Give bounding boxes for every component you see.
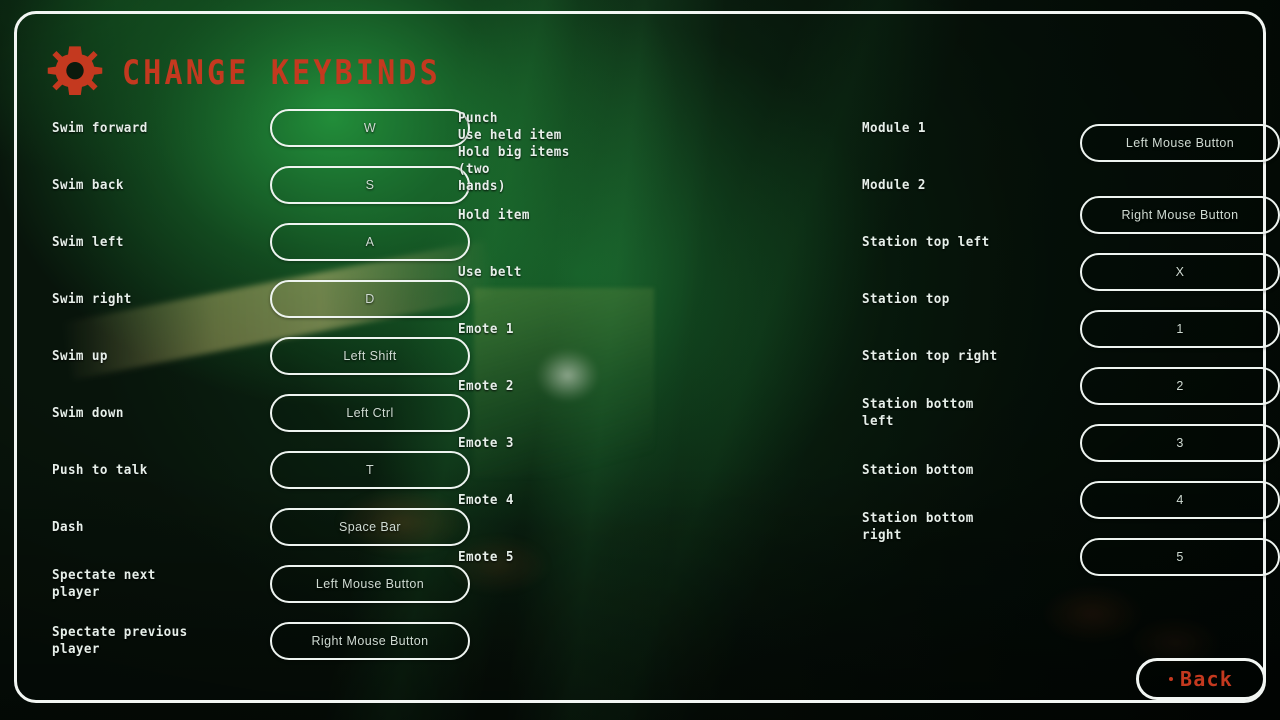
keybind-row: Emote 2 2 [458,367,1280,405]
keybind-label-swim-right: Swim right [52,290,132,307]
keybind-label-emote-3: Emote 3 [458,434,514,451]
keybind-row: Station top leftU [862,223,1022,261]
selection-cursor-icon [1169,677,1174,681]
keybind-button-swim-up[interactable]: Left Shift [270,337,470,375]
keybind-row: Push to talk T [52,451,470,489]
keybind-button-push-to-talk[interactable]: T [270,451,470,489]
page-title: CHANGE KEYBINDS [122,53,441,93]
keybind-label-dash: Dash [52,518,84,535]
keybind-label-swim-back: Swim back [52,176,124,193]
keybind-button-emote-4[interactable]: 4 [1080,481,1280,519]
keybind-button-hold-item[interactable]: Right Mouse Button [1080,196,1280,234]
keybind-button-swim-down[interactable]: Left Ctrl [270,394,470,432]
keybind-button-dash[interactable]: Space Bar [270,508,470,546]
keybind-button-swim-back[interactable]: S [270,166,470,204]
keybind-row: Swim left A [52,223,470,261]
keybind-row: Station bottomK [862,451,1022,489]
back-button-label: Back [1180,667,1233,691]
keybind-label-station-top: Station top [862,290,950,307]
keybind-row: Swim forward W [52,109,470,147]
keybind-row: Emote 1 1 [458,310,1280,348]
keybind-label-swim-forward: Swim forward [52,119,148,136]
keybind-label-station-bottom-left: Station bottom left [862,396,974,429]
keybind-label-hold-item: Hold item [458,206,530,223]
keybind-button-use-belt[interactable]: X [1080,253,1280,291]
keybind-label-swim-left: Swim left [52,233,124,250]
keybind-row: Emote 3 3 [458,424,1280,462]
keybind-row: Spectate previous player Right Mouse Butt… [52,622,470,660]
keybind-label-use-belt: Use belt [458,263,522,280]
keybind-row: Emote 5 5 [458,538,1280,576]
keybind-row: Station bottom leftJ [862,394,1022,432]
keybind-label-swim-up: Swim up [52,347,108,364]
keybind-label-station-bottom: Station bottom [862,461,974,478]
keybind-row: Spectate next player Left Mouse Button [52,565,470,603]
keybind-label-module-2: Module 2 [862,176,926,193]
keybind-button-emote-1[interactable]: 1 [1080,310,1280,348]
gear-icon [47,46,103,96]
keybind-row: Dash Space Bar [52,508,470,546]
keybind-row: Hold item Right Mouse Button [458,196,1280,234]
keybind-button-swim-left[interactable]: A [270,223,470,261]
keybind-row: Station topI [862,280,1022,318]
keybind-button-emote-2[interactable]: 2 [1080,367,1280,405]
keybind-label-module-1: Module 1 [862,119,926,136]
keybind-label-spectate-previous-player: Spectate previous player [52,624,188,657]
keybind-button-swim-forward[interactable]: W [270,109,470,147]
keybind-button-punch-use-held-item-hold-big-items-two-hands[interactable]: Left Mouse Button [1080,124,1280,162]
keybind-row: Use belt X [458,253,1280,291]
keybind-row: Module 1Q [862,109,1022,147]
keybind-row: Station bottom rightL [862,508,1022,546]
keybind-button-spectate-next-player[interactable]: Left Mouse Button [270,565,470,603]
keybind-row: Module 2E [862,166,1022,204]
keybind-label-emote-5: Emote 5 [458,548,514,565]
keybind-row: Station top rightO [862,337,1022,375]
keybind-row: Swim right D [52,280,470,318]
keybind-label-punch-use-held-item-hold-big-items-two-hands: Punch Use held item Hold big items (two … [458,110,570,194]
keybind-button-emote-3[interactable]: 3 [1080,424,1280,462]
keybind-button-spectate-previous-player[interactable]: Right Mouse Button [270,622,470,660]
keybind-row: Swim up Left Shift [52,337,470,375]
keybind-label-station-top-left: Station top left [862,233,990,250]
keybind-label-station-bottom-right: Station bottom right [862,510,974,543]
keybind-label-emote-4: Emote 4 [458,491,514,508]
keybind-row: Swim down Left Ctrl [52,394,470,432]
page-header: CHANGE KEYBINDS [46,44,441,102]
keybind-label-emote-1: Emote 1 [458,320,514,337]
keybind-label-station-top-right: Station top right [862,347,998,364]
keybind-row: Swim back S [52,166,470,204]
keybind-label-spectate-next-player: Spectate next player [52,567,156,600]
back-button[interactable]: Back [1136,658,1266,700]
keybind-row: Emote 4 4 [458,481,1280,519]
keybind-button-swim-right[interactable]: D [270,280,470,318]
keybind-label-swim-down: Swim down [52,404,124,421]
keybind-label-emote-2: Emote 2 [458,377,514,394]
keybind-button-emote-5[interactable]: 5 [1080,538,1280,576]
keybind-label-push-to-talk: Push to talk [52,461,148,478]
